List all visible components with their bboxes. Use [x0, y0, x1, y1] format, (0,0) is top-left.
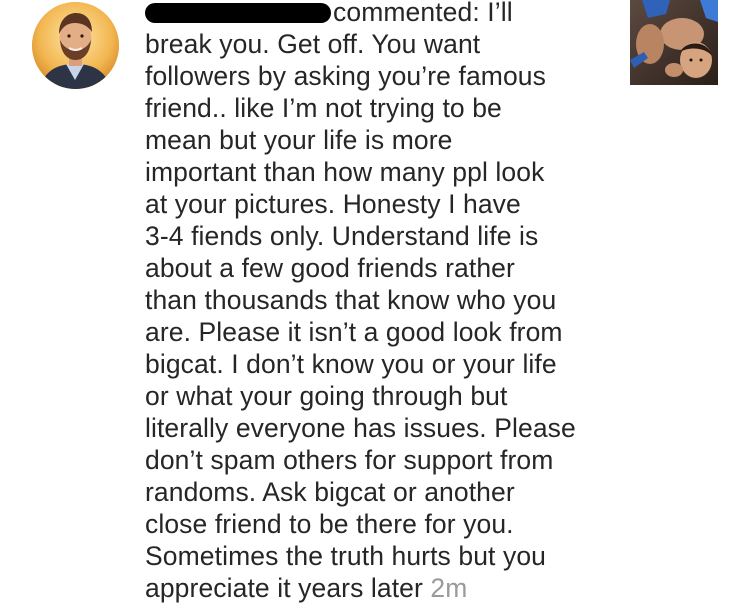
comment-line-19: appreciate it years later 2m [145, 572, 625, 604]
comment-line-1: commented: I’ll [145, 0, 625, 28]
comment-line-15: don’t spam others for support from [145, 445, 554, 475]
comment-line-14: literally everyone has issues. Please [145, 413, 576, 443]
comment-line-17: close friend to be there for you. [145, 509, 514, 539]
comment-line-11: are. Please it isn’t a good look from [145, 317, 563, 347]
comment-line-12: bigcat. I don’t know you or your life [145, 349, 557, 379]
comment-line-8: 3-4 fiends only. Understand life is [145, 221, 539, 251]
comment-line-4: friend.. like I’m not trying to be [145, 93, 502, 123]
comment-line-2: break you. Get off. You want [145, 29, 481, 59]
comment-line-text: appreciate it years later [145, 573, 423, 603]
comment-notification[interactable]: commented: I’ll break you. Get off. You … [0, 0, 750, 608]
post-thumbnail[interactable] [630, 0, 718, 85]
comment-line-18: Sometimes the truth hurts but you [145, 541, 546, 571]
comment-line-6: important than how many ppl look [145, 157, 545, 187]
comment-line-16: randoms. Ask bigcat or another [145, 477, 515, 507]
comment-line-13: or what your going through but [145, 381, 508, 411]
comment-line-text: commented: I’ll [333, 0, 513, 27]
avatar-photo-icon [32, 2, 119, 89]
user-avatar[interactable] [32, 2, 119, 89]
comment-text: commented: I’ll break you. Get off. You … [145, 0, 625, 604]
comment-line-5: mean but your life is more [145, 125, 453, 155]
post-photo-icon [630, 0, 718, 85]
comment-line-3: followers by asking you’re famous [145, 61, 546, 91]
timestamp: 2m [430, 573, 468, 603]
comment-line-9: about a few good friends rather [145, 253, 515, 283]
redacted-username[interactable] [145, 3, 331, 23]
comment-line-10: than thousands that know who you [145, 285, 557, 315]
comment-line-7: at your pictures. Honesty I have [145, 189, 521, 219]
